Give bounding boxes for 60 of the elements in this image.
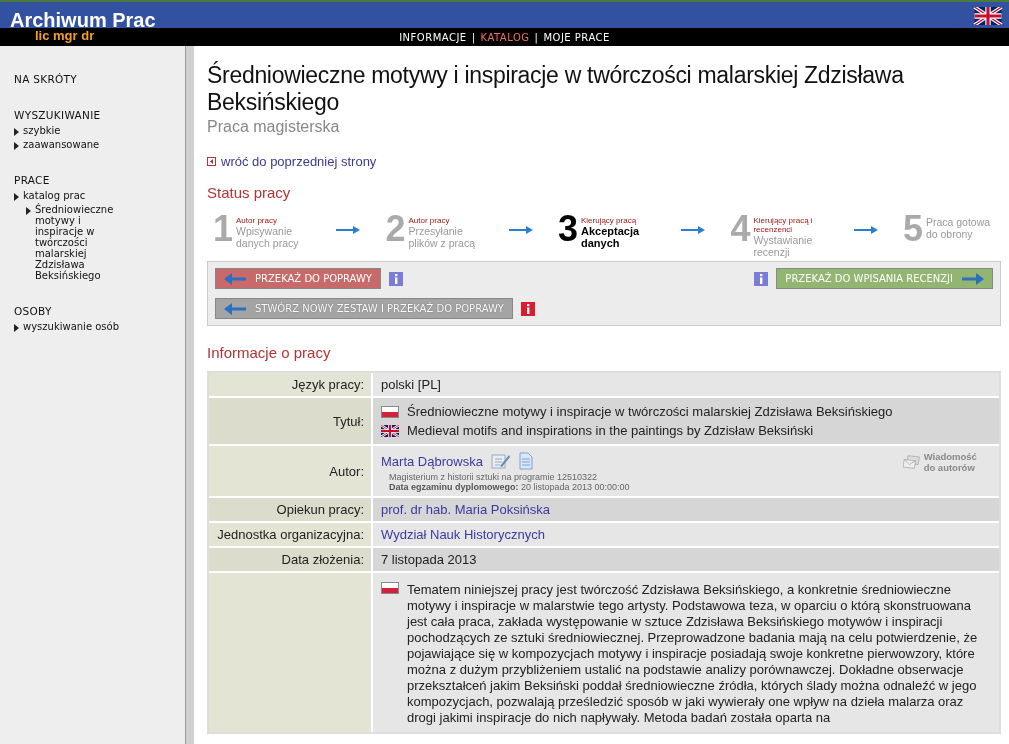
nav-link[interactable]: KATALOG <box>480 31 530 43</box>
field-label: Język pracy: <box>291 377 364 392</box>
sidebar-heading: WYSZUKIWANIE <box>14 109 102 121</box>
info-icon[interactable] <box>754 271 769 286</box>
step-role: Autor pracy <box>408 216 451 225</box>
sidebar-heading: OSOBY <box>14 305 53 317</box>
field-label: Tytuł: <box>332 413 364 429</box>
section-heading: Status pracy <box>207 184 292 201</box>
step-number: 5 <box>902 211 923 247</box>
step-number: 4 <box>730 211 751 251</box>
title-text: Medieval motifs and inspirations in the paintings by Zdzisław Beksiński <box>407 423 814 438</box>
nav-link[interactable]: INFORMACJE <box>399 31 467 43</box>
abstract-text: Tematem niniejszej pracy jest twórczość Zdzisława Beksińskiego, a konkretnie średniowieczne motywy i inspiracje w malarstwie tego artysty. Podstawowa teza, w oparciu o którą skonstruowana jest cała praca, zakłada występowanie w sztuce Zdzisława Beksińskiego motywów i inspiracji pochodzących ze sztuki średniowiecznej. Przeprowadzone badania mają na celu potwierdzenie, że pojawiające się w kompozycjach motywy i inspiracje posiadają swoje konkretne pierwowzory, które można z dużym przybliżeniem ustalić na podstawie analizy porównawczej. Dokładne obserwacje przekształceń jakim Beksiński poddał średniowieczne źródła, których ślady można odnaleźć w jego kompozycjach, pozwalają prześledzić sposób w jaki wywierały one wpływ na dzieła malarza oraz drogi jakimi inspiracje do nich napływały. Metoda badań została oparta na <box>407 582 979 726</box>
edit-note-icon[interactable] <box>490 452 511 470</box>
step-label: Przesyłanie plików z pracą <box>408 225 477 249</box>
step-number: 1 <box>213 211 234 249</box>
step-label: Wpisywanie danych pracy <box>236 225 300 249</box>
step-label: Wystawianie recenzji <box>753 234 814 258</box>
arrow-icon <box>336 226 361 234</box>
back-link[interactable]: wróć do poprzedniej strony <box>207 154 377 169</box>
section-heading: Informacje o pracy <box>207 344 332 361</box>
field-label: Opiekun pracy: <box>276 502 364 517</box>
field-label: Jednostka organizacyjna: <box>217 527 364 542</box>
bullet-arrow-icon <box>14 324 19 332</box>
page-subtitle: Praca magisterska <box>207 118 341 136</box>
sidebar-link[interactable]: Średniowieczne motywy i inspiracje w twórczości malarskiej Zdzisława Beksińskiego <box>26 204 116 281</box>
arrow-icon <box>853 226 878 234</box>
sidebar-link[interactable]: wyszukiwanie osób <box>14 321 119 332</box>
author-link[interactable]: Marta Dąbrowska <box>381 453 483 469</box>
step-number: 2 <box>385 211 406 249</box>
back-icon <box>207 157 216 166</box>
title-text: Średniowieczne motywy i inspiracje w twórczości malarskiej Zdzisława Beksińskiego <box>407 404 893 419</box>
step-role: Autor pracy <box>236 216 278 225</box>
step-role: Kierujący pracą i recenzenci <box>753 216 814 234</box>
nav-separator: | <box>534 31 539 43</box>
page-title: Średniowieczne motywy i inspiracje w twórczości malarskiej Zdzisława Beksińskiego <box>207 62 905 116</box>
british-flag-icon <box>972 7 1004 25</box>
step-label: Praca gotowa do obrony <box>925 216 992 240</box>
step-role: Kierujący pracą <box>580 216 638 225</box>
step-label: Akceptacja danych <box>580 225 641 249</box>
arrow-icon <box>681 226 706 234</box>
sidebar-link[interactable]: szybkie <box>14 125 61 136</box>
sidebar-heading: PRACE <box>14 174 51 186</box>
field-value: 7 listopada 2013 <box>381 552 478 567</box>
nav-separator: | <box>471 31 476 43</box>
language-button[interactable] <box>972 7 1004 25</box>
info-icon[interactable] <box>388 271 403 286</box>
program-text: Magisterium z historii sztuki na programie 12510322 <box>389 472 599 482</box>
field-label: Autor: <box>329 463 364 479</box>
field-value: polski [PL] <box>381 377 442 392</box>
arrow-icon <box>508 226 533 234</box>
exam-date-text: Data egzaminu dyplomowego: 20 listopada 2013 00:00:00 <box>389 482 630 492</box>
nav-link[interactable]: MOJE PRACE <box>543 31 610 43</box>
step-number: 3 <box>557 211 578 249</box>
action-button[interactable]: PRZEKAŻ DO POPRAWY <box>215 268 381 289</box>
sidebar-link[interactable]: zaawansowane <box>14 139 100 150</box>
sidebar-heading: NA SKRÓTY <box>14 73 78 85</box>
info-icon[interactable] <box>521 301 535 316</box>
sidebar-link[interactable]: katalog prac <box>14 190 86 201</box>
field-label: Data złożenia: <box>281 552 364 567</box>
